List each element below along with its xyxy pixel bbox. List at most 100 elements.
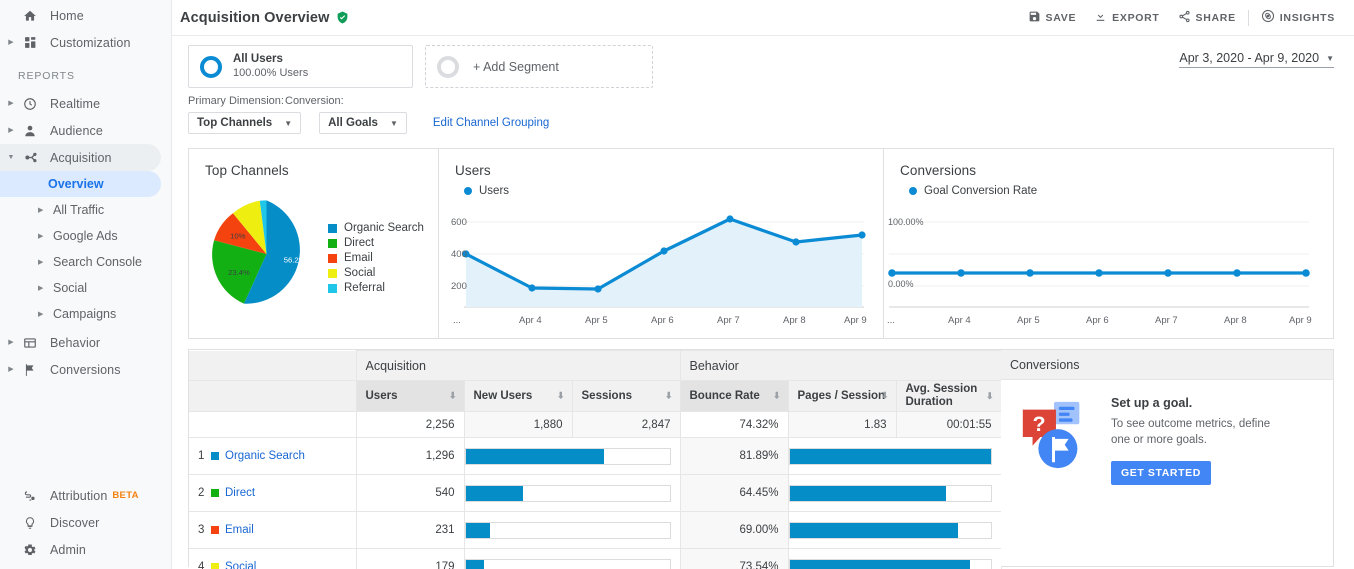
sidebar-item-label: Audience (50, 123, 103, 138)
date-range-label: Apr 3, 2020 - Apr 9, 2020 (1179, 51, 1320, 65)
date-range-picker[interactable]: Apr 3, 2020 - Apr 9, 2020 ▼ (1179, 51, 1334, 68)
row-channel-inner: 4 Social (198, 561, 356, 569)
table-row[interactable]: 3 Email 231 69.00% (189, 511, 1002, 549)
chevron-right-icon: ▶ (38, 285, 44, 292)
customization-icon (18, 36, 42, 49)
row-bounce-bar (787, 437, 1002, 475)
column-header-new-users[interactable]: New Users ⬇ (463, 380, 573, 412)
get-started-button[interactable]: GET STARTED (1111, 461, 1211, 486)
row-users-value: 540 (355, 474, 465, 512)
row-users-bar (463, 437, 681, 475)
chevron-down-icon: ▼ (1326, 53, 1334, 63)
row-channel-inner: 1 Organic Search (198, 450, 356, 462)
sidebar-subitem-campaigns[interactable]: ▶ Campaigns (0, 301, 171, 327)
save-button[interactable]: SAVE (1019, 10, 1086, 26)
primary-dimension-select[interactable]: Top Channels ▼ (188, 112, 302, 134)
sidebar-subitem-overview[interactable]: Overview (0, 171, 161, 197)
acquisition-icon (18, 150, 42, 165)
row-bounce-rate-value: 81.89% (679, 437, 789, 475)
group-header-acquisition: Acquisition (355, 350, 681, 381)
table-row[interactable]: 2 Direct 540 64.45% (189, 474, 1002, 512)
bar-track (788, 484, 992, 502)
column-header-sessions[interactable]: Sessions ⬇ (571, 380, 681, 412)
users-chart-svg[interactable]: 600 400 200 ... Apr 4 Apr 5 Apr 6 Apr 7 … (439, 197, 869, 332)
svg-text:Apr 5: Apr 5 (1017, 315, 1040, 326)
dimension-controls: Primary Dimension: Conversion: Top Chann… (172, 89, 1354, 134)
sidebar-item-audience[interactable]: ▶ Audience (0, 117, 171, 144)
conversions-chart-svg[interactable]: 100.00% 0.00% ... Apr 4 Apr 5 Apr 6 Apr … (884, 197, 1314, 332)
row-color-swatch-icon (211, 563, 219, 569)
svg-text:Apr 6: Apr 6 (1086, 315, 1109, 326)
conversions-chart[interactable]: 100.00% 0.00% ... Apr 4 Apr 5 Apr 6 Apr … (884, 197, 1333, 332)
sidebar-item-home[interactable]: Home (0, 2, 171, 29)
row-channel-link[interactable]: Email (225, 524, 254, 536)
legend-item[interactable]: Organic Search (328, 222, 424, 234)
svg-text:Apr 7: Apr 7 (717, 315, 740, 326)
sort-descending-icon: ⬇ (556, 390, 565, 401)
sidebar-subitem-all-traffic[interactable]: ▶ All Traffic (0, 197, 171, 223)
table-row[interactable]: 4 Social 179 73.54% (189, 548, 1002, 569)
channels-table-wrap: Acquisition Behavior Users ⬇ New Users ⬇ (189, 350, 1002, 569)
conversions-legend[interactable]: Goal Conversion Rate (884, 178, 1333, 197)
share-button[interactable]: SHARE (1169, 10, 1245, 26)
add-segment-button[interactable]: + Add Segment (425, 45, 653, 88)
insights-button[interactable]: INSIGHTS (1252, 9, 1344, 26)
column-header-bounce-rate[interactable]: Bounce Rate ⬇ (679, 380, 789, 412)
totals-new-users: 1,880 (463, 411, 573, 438)
sidebar-item-behavior[interactable]: ▶ Behavior (0, 329, 171, 356)
top-channels-chart[interactable]: 56.2% 23.4% 10% Organic Search Direct Em… (189, 178, 438, 338)
legend-item[interactable]: Direct (328, 237, 424, 249)
totals-sessions: 2,847 (571, 411, 681, 438)
sidebar-item-label: Home (50, 8, 84, 23)
bar-fill (465, 485, 523, 501)
conversions-card: Conversions Goal Conversion Rate 100.00%… (884, 149, 1333, 338)
sidebar-item-customization[interactable]: ▶ Customization (0, 29, 171, 56)
column-header-pages-session[interactable]: Pages / Session ⬇ (787, 380, 897, 412)
chevron-right-icon: ▶ (8, 39, 14, 46)
column-label: Users (365, 390, 398, 402)
row-index: 3 (198, 524, 205, 536)
legend-item[interactable]: Email (328, 252, 424, 264)
table-row[interactable]: 1 Organic Search 1,296 81.89% (189, 437, 1002, 475)
column-header-avg-session-duration[interactable]: Avg. Session Duration ⬇ (895, 380, 1002, 412)
bar-fill (789, 485, 947, 501)
bar-fill (465, 522, 490, 538)
row-channel-cell[interactable]: 1 Organic Search (189, 437, 357, 475)
row-channel-link[interactable]: Social (225, 561, 256, 569)
row-channel-cell[interactable]: 2 Direct (189, 474, 357, 512)
legend-item[interactable]: Social (328, 267, 424, 279)
row-channel-link[interactable]: Organic Search (225, 450, 305, 462)
users-legend[interactable]: Users (439, 178, 883, 197)
sidebar-item-realtime[interactable]: ▶ Realtime (0, 90, 171, 117)
users-chart[interactable]: 600 400 200 ... Apr 4 Apr 5 Apr 6 Apr 7 … (439, 197, 883, 332)
legend-swatch-icon (328, 238, 337, 248)
sidebar-item-admin[interactable]: Admin (0, 536, 171, 563)
svg-text:10%: 10% (230, 232, 246, 241)
sort-descending-icon: ⬇ (448, 390, 457, 401)
row-channel-cell[interactable]: 3 Email (189, 511, 357, 549)
row-bounce-bar (787, 511, 1002, 549)
legend-item[interactable]: Referral (328, 282, 424, 294)
segment-all-users[interactable]: All Users 100.00% Users (188, 45, 413, 88)
pie-chart-svg[interactable]: 56.2% 23.4% 10% (209, 194, 324, 314)
sidebar-item-conversions[interactable]: ▶ Conversions (0, 356, 171, 383)
bar-fill (789, 559, 971, 569)
chevron-down-icon: ▼ (7, 154, 15, 161)
conversion-select[interactable]: All Goals ▼ (319, 112, 407, 134)
sidebar-subitem-label: Campaigns (53, 307, 117, 321)
sidebar-item-acquisition[interactable]: ▼ Acquisition (0, 144, 161, 171)
row-channel-link[interactable]: Direct (225, 487, 255, 499)
sidebar-subitem-google-ads[interactable]: ▶ Google Ads (0, 223, 171, 249)
svg-text:Apr 7: Apr 7 (1155, 315, 1178, 326)
sort-descending-icon: ⬇ (880, 390, 889, 401)
sidebar-item-discover[interactable]: Discover (0, 509, 171, 536)
edit-channel-grouping-link[interactable]: Edit Channel Grouping (433, 117, 549, 129)
legend-dot-icon (464, 187, 472, 195)
column-header-users[interactable]: Users ⬇ (355, 380, 465, 412)
sidebar-subitem-social[interactable]: ▶ Social (0, 275, 171, 301)
segment-bar: All Users 100.00% Users + Add Segment Ap… (172, 36, 1354, 89)
row-channel-cell[interactable]: 4 Social (189, 548, 357, 569)
sidebar-subitem-search-console[interactable]: ▶ Search Console (0, 249, 171, 275)
sidebar-item-attribution[interactable]: Attribution BETA (0, 482, 171, 509)
export-button[interactable]: EXPORT (1085, 10, 1168, 26)
